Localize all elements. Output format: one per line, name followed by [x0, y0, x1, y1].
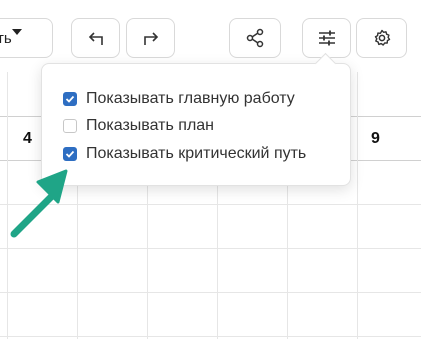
annotation-arrow-icon [10, 169, 68, 238]
